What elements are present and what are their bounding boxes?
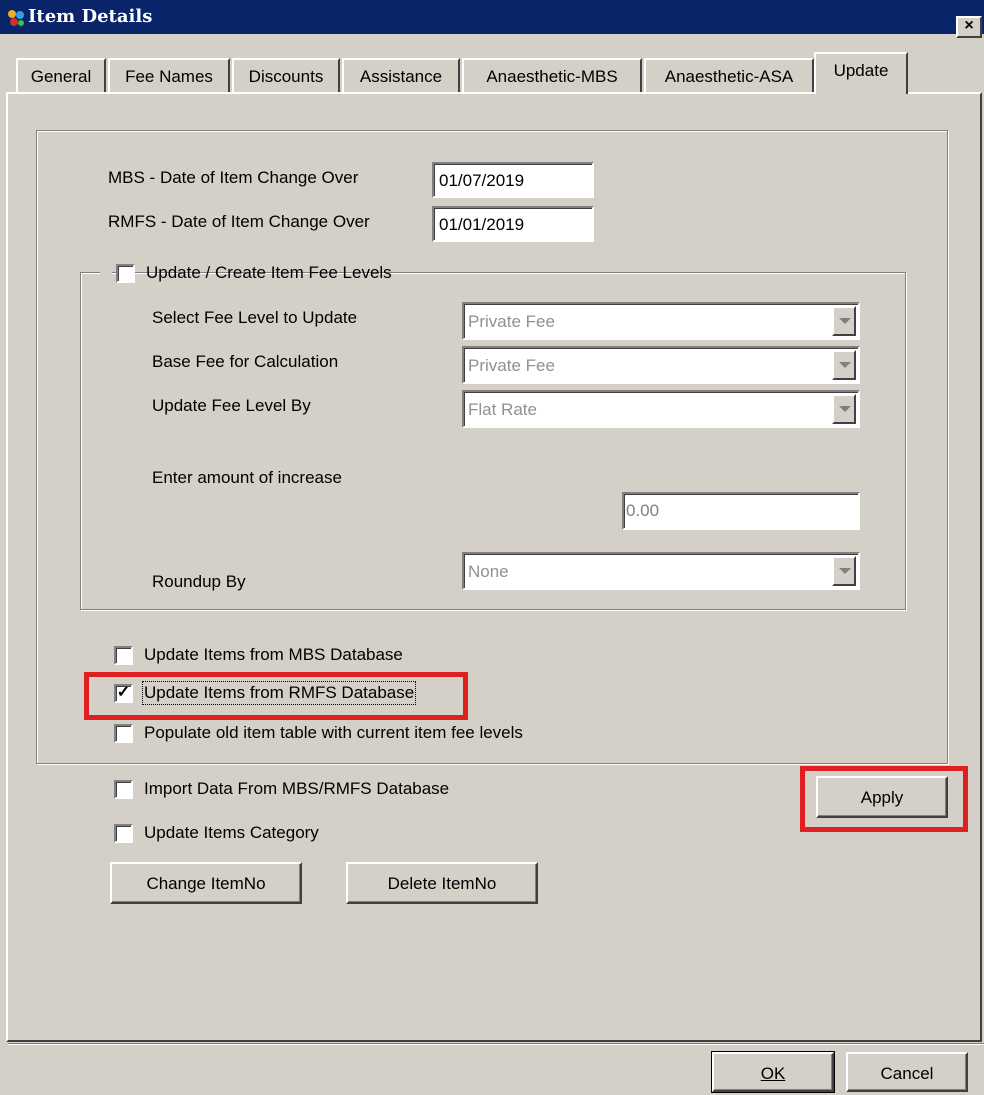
populate-old-checkbox[interactable] bbox=[114, 724, 133, 743]
footer-separator bbox=[8, 1043, 984, 1045]
update-fee-levels-checkbox[interactable] bbox=[116, 264, 135, 283]
base-fee-value: Private Fee bbox=[468, 356, 555, 375]
roundup-value: None bbox=[468, 562, 509, 581]
populate-old-label: Populate old item table with current ite… bbox=[144, 723, 523, 742]
roundup-dropdown[interactable]: None bbox=[462, 552, 860, 590]
select-fee-level-dropdown[interactable]: Private Fee bbox=[462, 302, 860, 340]
amount-input[interactable]: 0.00 bbox=[622, 492, 860, 530]
close-icon[interactable]: × bbox=[956, 16, 982, 38]
tab-label: Anaesthetic-MBS bbox=[486, 67, 618, 86]
change-itemno-button[interactable]: Change ItemNo bbox=[110, 862, 302, 904]
tab-general[interactable]: General bbox=[16, 58, 106, 92]
rmfs-date-label: RMFS - Date of Item Change Over bbox=[108, 212, 370, 231]
tab-anaesthetic-asa[interactable]: Anaesthetic-ASA bbox=[644, 58, 814, 92]
app-icon bbox=[8, 10, 24, 26]
ok-label: OK bbox=[760, 1064, 786, 1083]
tab-label: Anaesthetic-ASA bbox=[664, 67, 794, 86]
import-data-label: Import Data From MBS/RMFS Database bbox=[144, 779, 450, 798]
tab-label: Assistance bbox=[359, 67, 443, 86]
mbs-date-label: MBS - Date of Item Change Over bbox=[108, 168, 359, 187]
apply-button[interactable]: Apply bbox=[816, 776, 948, 818]
update-fee-levels-label: Update / Create Item Fee Levels bbox=[146, 263, 392, 282]
update-by-label: Update Fee Level By bbox=[152, 396, 311, 415]
base-fee-label: Base Fee for Calculation bbox=[152, 352, 339, 371]
tab-anaesthetic-mbs[interactable]: Anaesthetic-MBS bbox=[462, 58, 642, 92]
mbs-date-input[interactable]: 01/07/2019 bbox=[432, 162, 594, 198]
update-mbs-label: Update Items from MBS Database bbox=[144, 645, 403, 664]
update-category-label: Update Items Category bbox=[144, 823, 319, 842]
select-fee-level-value: Private Fee bbox=[468, 312, 555, 331]
tab-assistance[interactable]: Assistance bbox=[342, 58, 460, 92]
fee-levels-legend: Update / Create Item Fee Levels bbox=[100, 262, 392, 286]
chevron-down-icon[interactable] bbox=[832, 556, 856, 586]
amount-label: Enter amount of increase bbox=[152, 468, 342, 487]
base-fee-dropdown[interactable]: Private Fee bbox=[462, 346, 860, 384]
tab-discounts[interactable]: Discounts bbox=[232, 58, 340, 92]
ok-button[interactable]: OK bbox=[711, 1051, 835, 1093]
tab-label: Discounts bbox=[248, 67, 324, 86]
window-title: Item Details bbox=[28, 6, 153, 27]
tab-fee-names[interactable]: Fee Names bbox=[108, 58, 230, 92]
delete-itemno-button[interactable]: Delete ItemNo bbox=[346, 862, 538, 904]
tab-label: Update bbox=[833, 61, 889, 80]
tab-label: General bbox=[30, 67, 92, 86]
update-by-value: Flat Rate bbox=[468, 400, 537, 419]
import-data-checkbox[interactable] bbox=[114, 780, 133, 799]
update-by-dropdown[interactable]: Flat Rate bbox=[462, 390, 860, 428]
roundup-label: Roundup By bbox=[152, 572, 246, 591]
chevron-down-icon[interactable] bbox=[832, 394, 856, 424]
update-mbs-checkbox[interactable] bbox=[114, 646, 133, 665]
tab-update[interactable]: Update bbox=[814, 52, 908, 94]
update-rmfs-checkbox[interactable]: ✓ bbox=[114, 684, 133, 703]
update-category-checkbox[interactable] bbox=[114, 824, 133, 843]
rmfs-date-input[interactable]: 01/01/2019 bbox=[432, 206, 594, 242]
chevron-down-icon[interactable] bbox=[832, 306, 856, 336]
tab-label: Fee Names bbox=[125, 67, 213, 86]
title-bar: Item Details × bbox=[0, 0, 984, 38]
select-fee-level-label: Select Fee Level to Update bbox=[152, 308, 358, 327]
chevron-down-icon[interactable] bbox=[832, 350, 856, 380]
update-rmfs-label: Update Items from RMFS Database bbox=[141, 681, 417, 705]
cancel-button[interactable]: Cancel bbox=[846, 1052, 968, 1092]
